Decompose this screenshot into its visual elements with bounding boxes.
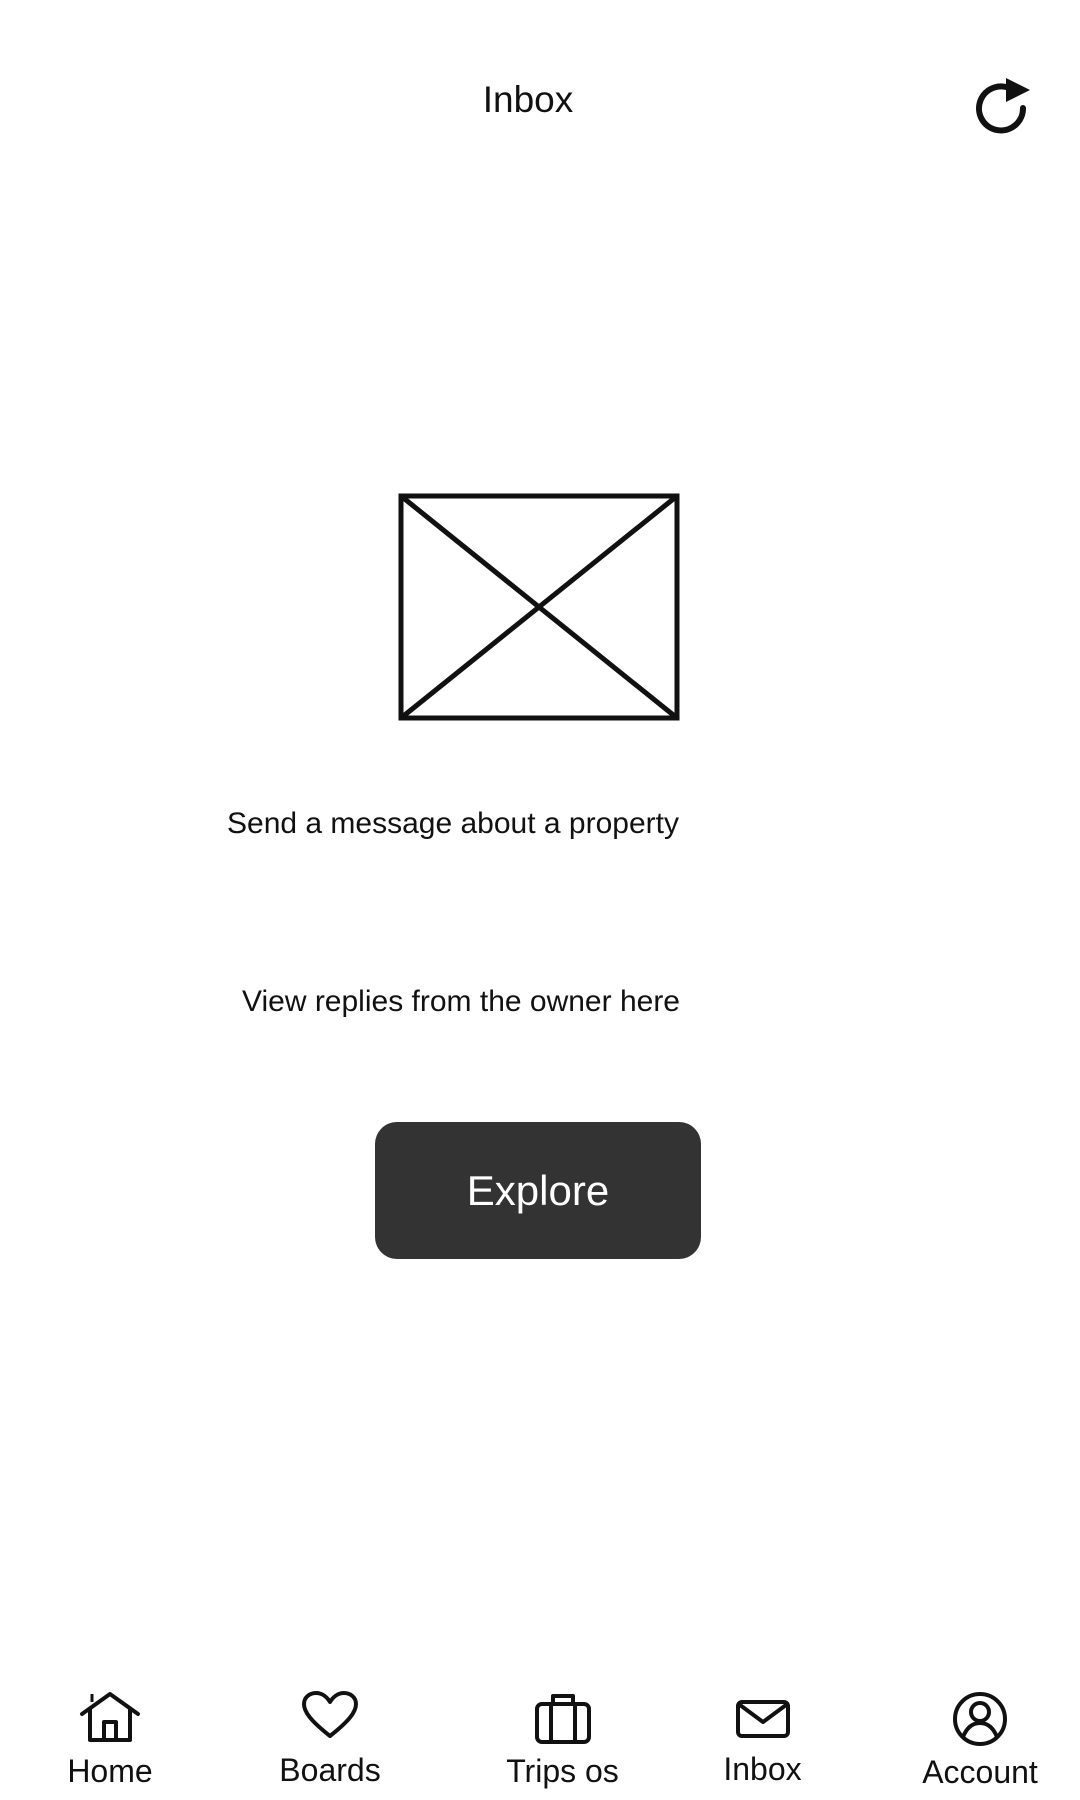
empty-state-message-replies: View replies from the owner here — [242, 985, 680, 1018]
refresh-button[interactable] — [973, 72, 1033, 134]
page-title: Inbox — [482, 79, 574, 120]
nav-item-account[interactable]: Account — [910, 1690, 1050, 1795]
nav-label-account: Account — [922, 1754, 1038, 1790]
explore-button[interactable]: Explore — [375, 1122, 701, 1259]
nav-label-home: Home — [67, 1753, 153, 1789]
nav-item-trips[interactable]: Trips os — [490, 1690, 635, 1795]
account-icon — [953, 1692, 1007, 1746]
briefcase-icon — [534, 1694, 591, 1744]
nav-label-boards: Boards — [279, 1752, 381, 1788]
nav-label-trips: Trips os — [506, 1753, 619, 1789]
image-placeholder-icon — [398, 493, 680, 721]
nav-item-inbox[interactable]: Inbox — [710, 1690, 815, 1795]
refresh-icon — [976, 78, 1030, 134]
nav-label-inbox: Inbox — [723, 1751, 802, 1787]
heart-icon — [302, 1691, 358, 1738]
nav-item-home[interactable]: Home — [50, 1690, 170, 1795]
mail-icon — [735, 1700, 790, 1738]
empty-state-message-send: Send a message about a property — [227, 807, 679, 840]
home-icon — [80, 1692, 140, 1742]
nav-item-boards[interactable]: Boards — [255, 1690, 405, 1795]
